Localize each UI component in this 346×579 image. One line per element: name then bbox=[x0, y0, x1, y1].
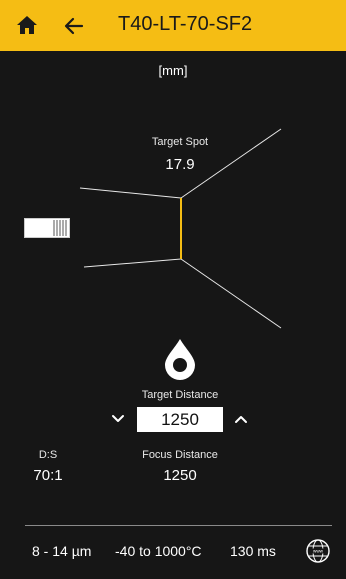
target-spot-label: Target Spot bbox=[151, 136, 209, 148]
target-distance-label: Target Distance bbox=[141, 389, 219, 401]
beam-outer-bottom-right bbox=[180, 258, 282, 329]
ds-ratio-label: D:S bbox=[38, 449, 58, 461]
app-header: T40-LT-70-SF2 bbox=[0, 0, 346, 51]
footer-divider bbox=[25, 525, 332, 526]
response-time: 130 ms bbox=[230, 543, 276, 559]
sensor-icon bbox=[24, 218, 70, 238]
ds-ratio-value: 70:1 bbox=[33, 467, 63, 484]
home-icon[interactable] bbox=[16, 14, 38, 36]
beam-outer-top-left bbox=[79, 187, 182, 199]
spectral-range: 8 - 14 µm bbox=[32, 543, 92, 559]
target-distance-input[interactable] bbox=[137, 407, 223, 432]
focus-distance-label: Focus Distance bbox=[142, 449, 218, 461]
svg-text:www: www bbox=[313, 549, 324, 554]
beam-outer-bottom-left bbox=[83, 258, 182, 268]
www-globe-icon[interactable]: www bbox=[306, 539, 330, 563]
chevron-down-icon[interactable] bbox=[110, 411, 126, 427]
chevron-up-icon[interactable] bbox=[233, 411, 249, 427]
target-spot-value: 17.9 bbox=[165, 156, 195, 173]
arrow-left-icon[interactable] bbox=[64, 16, 84, 36]
page-title: T40-LT-70-SF2 bbox=[118, 13, 253, 35]
target-spot-diagram bbox=[79, 128, 282, 329]
temperature-range: -40 to 1000°C bbox=[115, 543, 202, 559]
focus-distance-value: 1250 bbox=[163, 467, 197, 484]
drop-target-icon bbox=[165, 339, 195, 380]
